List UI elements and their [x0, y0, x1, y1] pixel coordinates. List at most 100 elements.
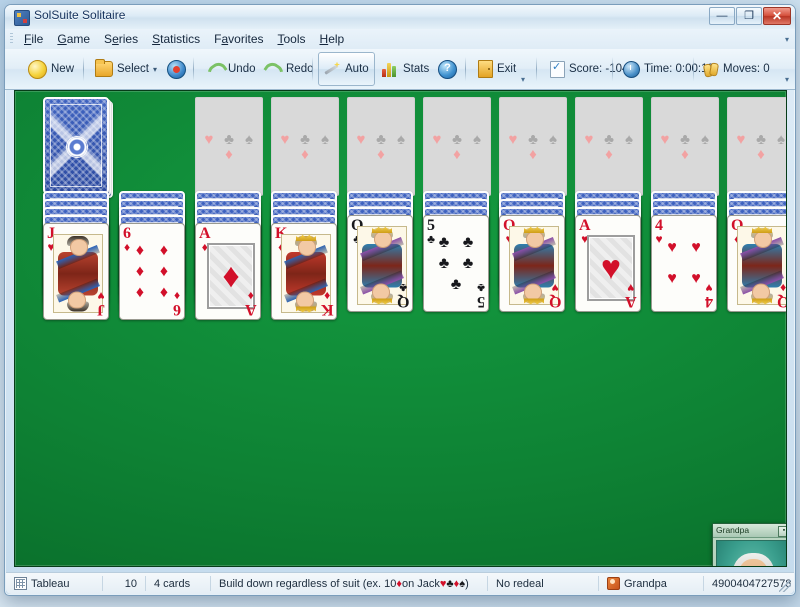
foundation-suit-♥: ♥	[736, 130, 746, 148]
tableau-top-card[interactable]: Q♦Q♦	[727, 215, 786, 312]
menu-help-rest: elp	[328, 32, 345, 46]
card-pip: ♥	[691, 238, 701, 256]
status-pile-type: Tableau	[6, 576, 103, 591]
card-rank: Q	[548, 293, 561, 310]
stats-bar-2	[387, 62, 391, 77]
card-corner-br: Q ♣	[397, 281, 409, 310]
foundation-suit-♥: ♥	[280, 130, 290, 148]
court-face	[526, 231, 544, 248]
moves-display: Moves: 0	[699, 52, 775, 86]
foundation-pile-6[interactable]: ♥ ♣ ♠ ♦	[575, 97, 643, 196]
menu-overflow-icon[interactable]: ▾	[785, 35, 789, 44]
foundation-pile-2[interactable]: ♥ ♣ ♠ ♦	[271, 97, 339, 196]
close-button[interactable]: ✕	[763, 7, 791, 25]
foundation-suit-♣: ♣	[756, 130, 766, 148]
tableau-top-card[interactable]: 6 ♦ ♦ ♦ ♦ ♦ ♦ ♦ 6 ♦	[119, 223, 185, 320]
undo-button[interactable]: Undo	[200, 52, 261, 86]
card-pip: ♣	[438, 233, 450, 251]
card-pip-grid: ♦ ♦ ♦ ♦ ♦ ♦	[128, 240, 176, 303]
menu-item-game[interactable]: Game	[50, 29, 97, 48]
undo-arrow-icon	[205, 62, 224, 77]
foundation-pile-5[interactable]: ♥ ♣ ♠ ♦	[499, 97, 567, 196]
toolbar-separator-4	[465, 57, 466, 81]
card-pip-grid: ♥ ♥ ♥ ♥	[660, 232, 708, 295]
menu-item-help[interactable]: Help	[313, 29, 352, 48]
foundation-suit-♠: ♠	[321, 130, 329, 148]
foundation-pile-7[interactable]: ♥ ♣ ♠ ♦	[651, 97, 719, 196]
menu-item-favorites[interactable]: Favorites	[207, 29, 270, 48]
court-face	[752, 283, 770, 300]
help-button[interactable]: ?	[433, 52, 462, 86]
menu-item-file[interactable]: File	[17, 29, 50, 48]
tableau-top-card[interactable]: 5 ♣ ♣ ♣ ♣ ♣ ♣ 5 ♣	[423, 215, 489, 312]
resize-grip-icon[interactable]	[779, 580, 791, 592]
card-pip: ♣	[462, 254, 474, 272]
menu-items: File Game Series Statistics Favorites Tools He…	[17, 29, 351, 48]
window-title: SolSuite Solitaire	[34, 8, 126, 22]
menu-statistics-rest: tatistics	[160, 32, 201, 46]
toolbar-separator-3	[312, 57, 313, 81]
tableau-top-card[interactable]: J ♥ J ♥	[43, 223, 109, 320]
stock-card-back-top[interactable]	[43, 97, 109, 194]
grandpa-window-title: Grandpa	[716, 525, 750, 535]
moves-label: Moves: 0	[723, 63, 770, 75]
foundation-pile-4[interactable]: ♥ ♣ ♠ ♦	[423, 97, 491, 196]
select-dropdown-icon[interactable]: ▾	[153, 65, 157, 74]
new-button-label: New	[51, 63, 75, 75]
menu-game-rest: ame	[66, 32, 91, 46]
exit-button[interactable]: Exit	[473, 52, 521, 86]
question-mark-help-icon: ?	[438, 59, 457, 79]
toolbar-overflow-icon[interactable]: ▾	[785, 75, 789, 84]
tableau-top-card[interactable]: 4 ♥ ♥ ♥ ♥ ♥ 4 ♥	[651, 215, 717, 312]
court-figure	[738, 227, 786, 266]
menu-item-series[interactable]: Series	[97, 29, 145, 48]
foundation-suit-♦: ♦	[453, 145, 461, 163]
game-play-field[interactable]: ♥ ♣ ♠ ♦ ♥ ♣ ♠ ♦ ♥ ♣ ♠ ♦ ♥ ♣ ♠ ♦ ♥ ♣ ♠ ♦ ♥ ♣ ♠ ♦ ♥ ♣ ♠ ♦ ♥ ♣ ♠ ♦ J ♥ J ♥ 6 ♦ ♦…	[14, 90, 787, 567]
exit-dropdown-icon[interactable]: ▾	[521, 75, 525, 84]
court-face	[296, 291, 314, 308]
app-icon	[14, 10, 30, 26]
menu-tools-rest: ools	[283, 32, 306, 46]
toolbar: New Select ▾ Undo Redo Auto Stats ? Exit…	[5, 49, 795, 90]
tableau-grid-icon	[14, 577, 27, 590]
minimize-button[interactable]: —	[709, 7, 735, 25]
magic-wand-auto-icon	[324, 62, 341, 77]
court-face	[372, 283, 390, 300]
foundation-suit-♠: ♠	[777, 130, 785, 148]
foundation-suit-♣: ♣	[300, 130, 310, 148]
court-face	[754, 231, 772, 248]
tableau-top-card[interactable]: A ♦ ♦ A ♦	[195, 223, 261, 320]
auto-button-label: Auto	[345, 63, 369, 75]
grandpa-close-icon[interactable]: ▪	[778, 525, 786, 537]
auto-button[interactable]: Auto	[318, 52, 375, 86]
grandpa-window-title-bar[interactable]: Grandpa ▪	[713, 524, 786, 538]
redo-button-label: Redo	[286, 63, 314, 75]
new-button[interactable]: New	[23, 52, 79, 86]
select-button[interactable]: Select ▾	[90, 52, 162, 86]
foundation-suit-♥: ♥	[204, 130, 214, 148]
card-big-pip: ♦	[222, 257, 240, 295]
redo-button[interactable]: Redo	[258, 52, 319, 86]
foundation-pile-3[interactable]: ♥ ♣ ♠ ♦	[347, 97, 415, 196]
court-figure	[54, 273, 102, 313]
card-rank: A	[245, 301, 257, 318]
court-half-top	[738, 227, 786, 266]
maximize-button[interactable]: ❐	[736, 7, 762, 25]
court-half-top	[54, 235, 102, 274]
foundation-suit-♣: ♣	[680, 130, 690, 148]
menu-item-tools[interactable]: Tools	[271, 29, 313, 48]
stats-button[interactable]: Stats	[377, 52, 434, 86]
restart-button[interactable]	[162, 52, 191, 86]
tableau-top-card[interactable]: K♦K♦	[271, 223, 337, 320]
menu-item-statistics[interactable]: Statistics	[145, 29, 207, 48]
tableau-top-card[interactable]: Q♣Q♣	[347, 215, 413, 312]
foundation-pile-1[interactable]: ♥ ♣ ♠ ♦	[195, 97, 263, 196]
tableau-top-card[interactable]: A ♥ ♥ A ♥	[575, 215, 641, 312]
menu-series-rest: ries	[118, 32, 139, 46]
grandpa-mascot-window[interactable]: Grandpa ▪	[712, 523, 786, 566]
card-corner-br: A ♦	[245, 289, 257, 318]
tableau-top-card[interactable]: Q♥Q♥	[499, 215, 565, 312]
foundation-pile-8[interactable]: ♥ ♣ ♠ ♦	[727, 97, 786, 196]
menu-grip-handle[interactable]	[10, 33, 13, 45]
card-corner-br: 6 ♦	[173, 289, 181, 318]
